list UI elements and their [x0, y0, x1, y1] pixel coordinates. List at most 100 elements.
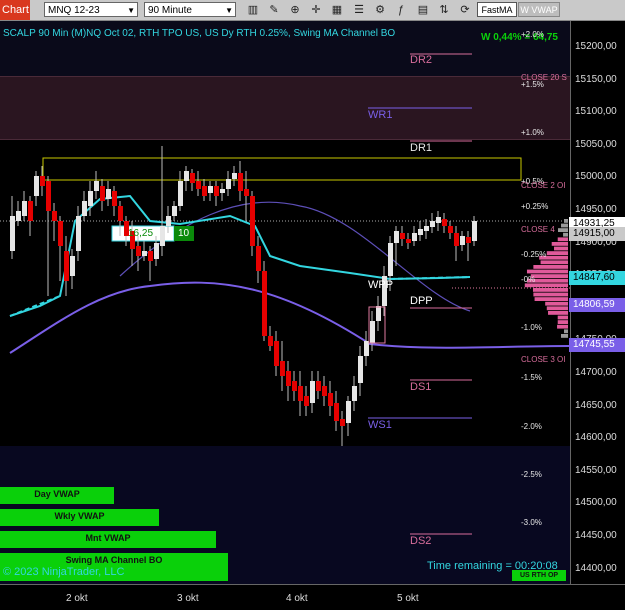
candle-body	[400, 233, 405, 239]
candle-body	[178, 181, 183, 206]
candle-body	[208, 186, 213, 193]
price-tick: 15200,00	[575, 41, 617, 52]
pct-label: -3.0%	[521, 518, 542, 527]
candle-body	[262, 271, 267, 336]
candle-body	[274, 341, 279, 366]
price-tick: 15150,00	[575, 73, 617, 85]
refresh-icon[interactable]: ⟳	[458, 3, 472, 17]
candle-body	[256, 246, 261, 271]
price-tick: 14450,00	[575, 530, 617, 541]
profile-bar	[546, 251, 568, 255]
slow-ma-value: 14745,55	[573, 339, 615, 350]
draw-tools-icon[interactable]: ✎	[267, 3, 281, 17]
candle-body	[232, 173, 237, 179]
profile-bar	[530, 274, 568, 278]
data-box-icon[interactable]: ▦	[330, 3, 344, 17]
candle-body	[58, 221, 63, 246]
price-tick: 14550,00	[575, 464, 617, 476]
candle-body	[448, 226, 453, 233]
bar-style-icon[interactable]: ▥	[246, 3, 260, 17]
candle-body	[412, 233, 417, 241]
purple-ma-line	[9, 281, 570, 354]
profile-bar	[564, 219, 568, 223]
price-tick: 14650,00	[575, 399, 617, 411]
purple-ma-tag: 14806,59	[569, 298, 625, 312]
ticker-icon[interactable]: ⇅	[437, 3, 451, 17]
chevron-down-icon: ▼	[127, 6, 135, 15]
candle-body	[160, 226, 165, 246]
time-axis[interactable]: 2 okt 3 okt 4 okt 5 okt	[0, 584, 625, 610]
candle-body	[268, 336, 273, 346]
candle-body	[214, 186, 219, 196]
candle-body	[112, 191, 117, 206]
candle-body	[46, 181, 51, 211]
chart-title: SCALP 90 Min (M)NQ Oct 02, RTH TPO US, U…	[3, 28, 396, 39]
templates-icon[interactable]: ▤	[416, 3, 430, 17]
profile-bar	[557, 237, 568, 242]
ds1-label: DS1	[410, 381, 432, 393]
dpp-label: DPP	[410, 295, 433, 307]
candles-group	[10, 146, 477, 446]
price-axis[interactable]: 15200,00 15150,00 15100,00 15050,00 15000,00…	[569, 21, 625, 584]
candle-body	[184, 171, 189, 181]
candle-body	[22, 201, 27, 216]
profile-bar	[548, 311, 568, 315]
profile-bar	[534, 297, 568, 301]
candle-body	[460, 236, 465, 245]
weekly-vwap-bar: Wkly VWAP	[0, 509, 159, 526]
candle-body	[34, 176, 39, 196]
candle-body	[376, 306, 381, 321]
candle-body	[238, 173, 243, 191]
instrument-value: MNQ 12-23	[48, 5, 100, 16]
profile-bar	[546, 306, 568, 311]
zoom-icon[interactable]: ⊕	[288, 3, 302, 17]
value-box-label: 16,25	[128, 228, 154, 239]
candle-body	[286, 371, 291, 386]
close-label: CLOSE 4	[521, 225, 555, 234]
pnl-label: W 0,44% = 64,75	[481, 32, 558, 43]
candle-body	[136, 246, 141, 256]
pct-label: -2.5%	[521, 470, 542, 479]
pct-label: +2.0%	[521, 30, 544, 39]
chart-tab[interactable]: Chart	[0, 0, 30, 20]
interval-value: 90 Minute	[148, 5, 192, 16]
candle-body	[322, 386, 327, 396]
vwap-button[interactable]: W VWAP	[518, 2, 560, 17]
candle-body	[364, 341, 369, 356]
time-tick: 3 okt	[177, 593, 199, 604]
interval-selector[interactable]: 90 Minute ▼	[144, 2, 236, 17]
candle-body	[370, 321, 375, 343]
candle-body	[424, 226, 429, 231]
candle-body	[190, 173, 195, 183]
profile-bar	[557, 324, 568, 329]
instrument-selector[interactable]: MNQ 12-23 ▼	[44, 2, 138, 17]
candle-body	[28, 201, 33, 221]
candle-body	[352, 386, 357, 401]
profile-bar	[561, 334, 568, 338]
indicators-icon[interactable]: ƒ	[394, 3, 408, 17]
time-tick: 4 okt	[286, 593, 308, 604]
profile-bar	[540, 260, 568, 265]
chart-panel[interactable]: SCALP 90 Min (M)NQ Oct 02, RTH TPO US, U…	[0, 21, 570, 584]
strategies-icon[interactable]: ⚙	[373, 3, 387, 17]
style-preset-button[interactable]: FastMA	[477, 2, 517, 17]
time-tick: 5 okt	[397, 593, 419, 604]
dr1-label: DR1	[410, 142, 433, 154]
candle-body	[244, 189, 249, 196]
open-price-value: 14915,00	[573, 228, 615, 239]
day-vwap-bar: Day VWAP	[0, 487, 114, 504]
properties-icon[interactable]: ☰	[352, 3, 366, 17]
candle-body	[70, 256, 75, 276]
profile-bar	[558, 228, 568, 232]
candle-body	[310, 381, 315, 403]
profile-bar	[561, 223, 568, 228]
cyan-ma-line	[9, 194, 471, 317]
profile-bar	[532, 288, 568, 292]
close-label: CLOSE 3 OI	[521, 355, 566, 364]
candle-body	[430, 221, 435, 227]
crosshair-icon[interactable]: ✛	[309, 3, 323, 17]
profile-bar	[533, 265, 568, 269]
chevron-down-icon: ▼	[225, 6, 233, 15]
candle-body	[88, 191, 93, 206]
candle-body	[76, 216, 81, 251]
